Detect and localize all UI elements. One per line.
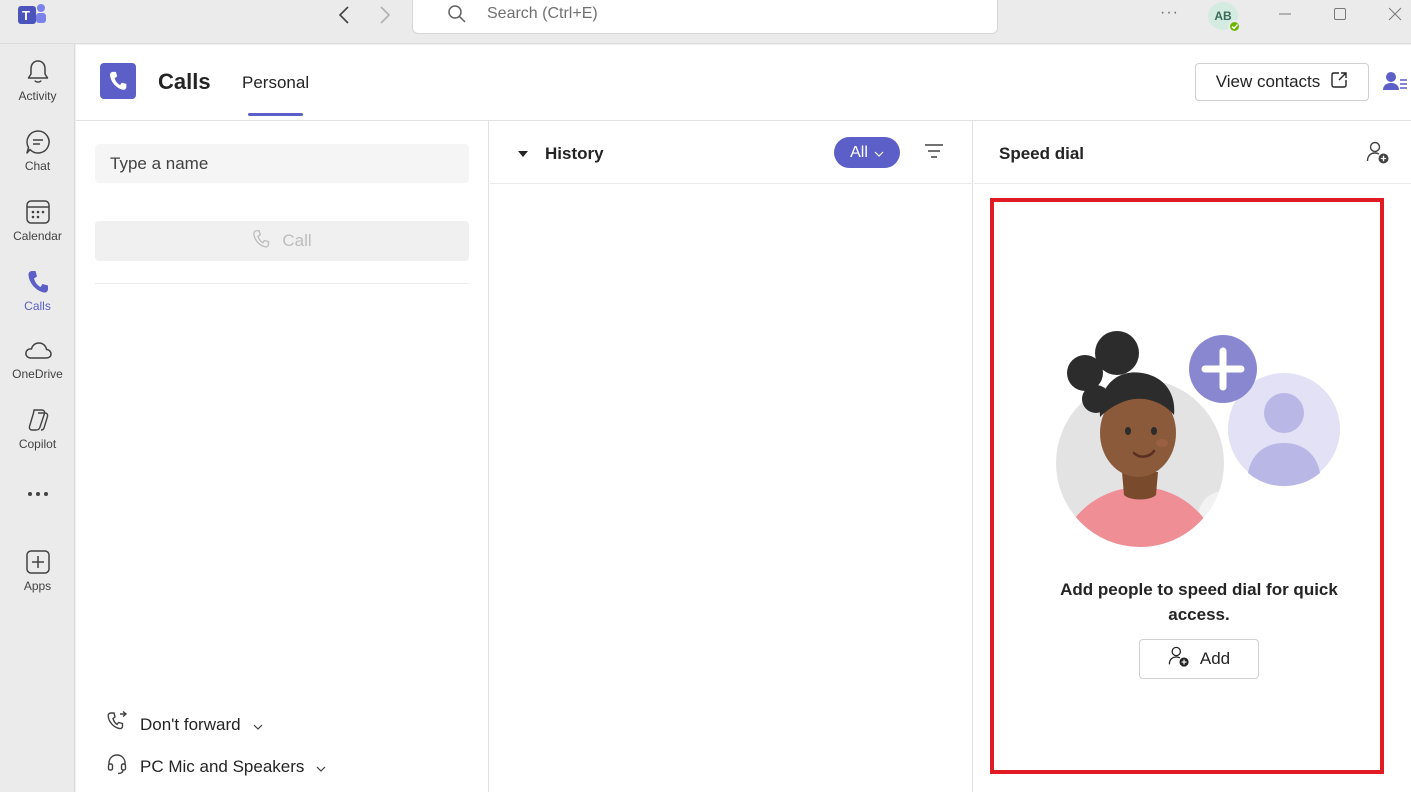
people-list-icon[interactable] [1382, 71, 1408, 98]
history-header: History All [490, 121, 973, 184]
rail-label: Calls [24, 299, 51, 313]
close-button[interactable] [1380, 2, 1410, 26]
history-title[interactable]: History [545, 144, 604, 164]
add-person-icon[interactable] [1366, 141, 1390, 170]
view-contacts-button[interactable]: View contacts [1195, 63, 1369, 101]
add-speed-dial-button[interactable]: Add [1139, 639, 1259, 679]
maximize-button[interactable] [1325, 2, 1355, 26]
speed-dial-illustration [1054, 287, 1344, 547]
tab-personal[interactable]: Personal [242, 73, 309, 93]
page-title: Calls [158, 69, 211, 94]
bell-icon [24, 58, 52, 86]
headset-icon [106, 753, 128, 780]
teams-logo-icon: T [18, 2, 48, 28]
audio-device-dropdown[interactable]: PC Mic and Speakers [106, 753, 326, 780]
rail-item-calls[interactable]: Calls [0, 258, 75, 320]
call-forward-icon [106, 710, 128, 738]
call-forward-label: Don't forward [140, 714, 241, 734]
tab-active-indicator [248, 113, 303, 116]
phone-icon [252, 229, 270, 254]
phone-icon [24, 268, 52, 296]
speed-dial-empty-message: Add people to speed dial for quick acces… [1060, 580, 1338, 624]
filter-all-label: All [850, 143, 868, 161]
svg-text:T: T [22, 8, 30, 23]
cloud-icon [24, 336, 52, 364]
history-filter-all[interactable]: All [834, 137, 900, 168]
chevron-down-icon [316, 757, 326, 777]
search-icon [447, 4, 467, 29]
rail-label: OneDrive [12, 367, 63, 381]
chevron-down-icon [874, 144, 884, 162]
rail-label: Activity [18, 89, 57, 103]
calls-app-icon [100, 63, 136, 99]
rail-item-activity[interactable]: Activity [0, 48, 75, 110]
page-header: Calls Personal View contacts [76, 45, 1411, 121]
main-area: Calls Personal View contacts Call Don't … [76, 45, 1411, 792]
forward-button[interactable] [373, 4, 397, 26]
add-button-label: Add [1199, 649, 1231, 668]
presence-available-icon [1228, 20, 1241, 33]
more-icon [24, 480, 52, 508]
rail-item-onedrive[interactable]: OneDrive [0, 326, 75, 388]
divider [95, 283, 469, 284]
minimize-button[interactable] [1270, 2, 1300, 26]
caret-down-icon[interactable] [518, 145, 528, 163]
history-pane: History All [490, 121, 973, 792]
calendar-icon [24, 198, 52, 226]
app-rail: Activity Chat Calendar Calls OneDrive Co… [0, 44, 75, 792]
rail-item-apps[interactable]: Apps [0, 538, 75, 600]
speed-dial-pane: Speed dial Add people to speed dial for … [974, 121, 1411, 792]
view-contacts-label: View contacts [1215, 72, 1321, 91]
avatar[interactable]: AB [1208, 2, 1241, 33]
add-app-icon [24, 548, 52, 576]
speed-dial-header: Speed dial [974, 121, 1411, 184]
call-button[interactable]: Call [95, 221, 469, 261]
name-input[interactable] [95, 144, 469, 183]
search-input[interactable] [487, 2, 967, 26]
call-forwarding-dropdown[interactable]: Don't forward [106, 710, 263, 738]
audio-device-label: PC Mic and Speakers [140, 756, 305, 776]
rail-label: Chat [24, 159, 51, 173]
rail-label: Apps [23, 579, 52, 593]
back-button[interactable] [332, 4, 356, 26]
rail-item-more[interactable] [0, 470, 75, 510]
speed-dial-title: Speed dial [999, 144, 1085, 163]
add-person-icon [1168, 646, 1190, 673]
rail-label: Calendar [13, 229, 62, 243]
title-bar: T ··· AB [0, 0, 1411, 44]
chevron-down-icon [253, 715, 263, 735]
search-box[interactable] [412, 0, 998, 34]
rail-item-copilot[interactable]: Copilot [0, 396, 75, 458]
copilot-icon [24, 406, 52, 434]
filter-icon[interactable] [924, 143, 944, 164]
rail-label: Copilot [18, 437, 57, 451]
rail-item-chat[interactable]: Chat [0, 118, 75, 180]
more-options-button[interactable]: ··· [1160, 4, 1179, 22]
open-external-icon [1330, 71, 1348, 94]
call-button-label: Call [282, 231, 312, 250]
chat-icon [24, 128, 52, 156]
rail-item-calendar[interactable]: Calendar [0, 188, 75, 250]
dial-pane: Call Don't forward PC Mic and Speakers [76, 121, 489, 792]
